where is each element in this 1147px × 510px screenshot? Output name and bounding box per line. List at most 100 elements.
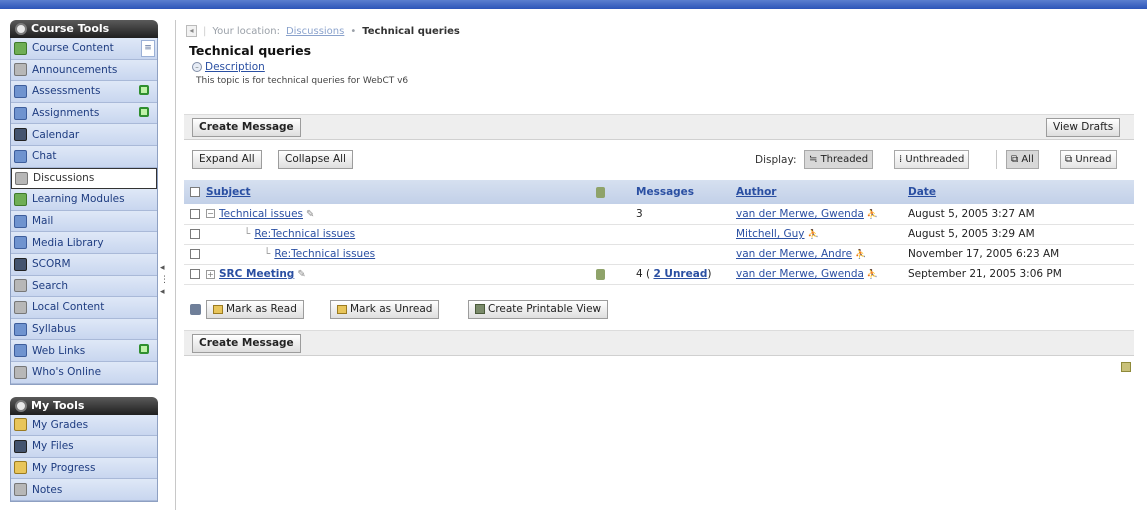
sidebar-item-notes[interactable]: Notes [11,479,157,501]
person-icon: ⛹ [807,230,819,240]
back-arrow-icon[interactable]: ◂ [186,25,197,37]
message-subject-link[interactable]: Re:Technical issues [274,248,375,260]
date-column-header[interactable]: Date [908,186,936,198]
author-link[interactable]: van der Merwe, Gwenda [736,268,864,280]
collapse-circle-icon [15,399,27,412]
sidebar-item-learning-modules[interactable]: Learning Modules [11,189,157,211]
breadcrumb-divider: | [203,25,207,37]
author-link[interactable]: Mitchell, Guy [736,228,805,240]
table-row: − Technical issues ✎ 3 van der Merwe, Gwen… [184,204,1134,224]
sidebar-item-label: Mail [32,215,54,228]
message-subject-link[interactable]: Re:Technical issues [254,228,355,240]
sidebar-item-label: My Files [32,440,74,453]
sidebar-item-my-grades[interactable]: My Grades [11,414,157,437]
description-toggle[interactable]: – Description [176,60,1137,74]
show-all-toggle[interactable]: ⧉ All [1006,150,1039,169]
subject-column-header[interactable]: Subject [206,186,251,198]
expand-thread-icon[interactable]: + [206,269,215,279]
row-checkbox[interactable] [190,269,200,279]
collapse-all-button[interactable]: Collapse All [278,150,353,169]
breadcrumb-link-discussions[interactable]: Discussions [286,26,344,37]
message-subject-link[interactable]: SRC Meeting [219,268,294,280]
author-link[interactable]: van der Merwe, Andre [736,248,852,260]
sidebar-item-local-content[interactable]: Local Content [11,297,157,319]
sidebar-item-assignments[interactable]: Assignments [11,102,157,125]
sidebar-item-whos-online[interactable]: Who's Online [11,361,157,384]
sidebar-item-label: Notes [32,483,63,496]
sidebar-item-label: My Progress [32,461,96,474]
envelope-open-icon [213,304,223,314]
sidebar-item-web-links[interactable]: Web Links [11,340,157,362]
description-link[interactable]: Description [205,61,265,73]
unthreaded-toggle[interactable]: ⁞ Unthreaded [894,150,970,169]
top-action-bar: Create Message View Drafts [184,114,1134,140]
select-all-checkbox[interactable] [190,187,200,197]
collapse-thread-icon[interactable]: − [206,209,215,219]
row-checkbox[interactable] [190,249,200,259]
create-printable-view-button[interactable]: Create Printable View [468,300,609,319]
view-drafts-button[interactable]: View Drafts [1046,118,1121,137]
row-checkbox[interactable] [190,208,200,219]
message-subject-link[interactable]: Technical issues [219,208,303,220]
files-icon [14,439,27,453]
sidebar-item-label: Learning Modules [32,193,125,206]
sidebar-item-announcements[interactable]: Announcements [11,59,157,82]
course-tools-header[interactable]: Course Tools [10,20,158,38]
mark-as-unread-label: Mark as Unread [350,303,433,315]
sidebar-item-assessments[interactable]: Assessments [11,81,157,103]
announcements-icon [14,63,27,77]
sidebar-item-scorm[interactable]: SCORM [11,253,157,276]
table-header-row: Subject Messages Author Date [184,180,1134,204]
topic-description: This topic is for technical queries for … [196,76,409,86]
message-date: November 17, 2005 6:23 AM [908,248,1060,260]
sidebar-item-my-progress[interactable]: My Progress [11,457,157,480]
sidebar-item-label: SCORM [32,258,71,271]
page-info-icon[interactable] [1121,362,1131,372]
breadcrumb-prefix: Your location: [212,25,280,37]
course-content-icon [14,41,27,55]
bottom-action-bar: Create Message [184,330,1134,356]
sidebar-item-chat[interactable]: Chat [11,145,157,168]
new-items-badge [139,344,149,355]
unread-count-link[interactable]: 2 Unread [653,268,707,280]
create-message-button[interactable]: Create Message [192,118,301,137]
sidebar-item-media-library[interactable]: Media Library [11,232,157,254]
threaded-toggle[interactable]: ≒ Threaded [804,150,874,169]
course-content-menu-button[interactable]: ≡ [141,40,155,57]
create-message-button-bottom[interactable]: Create Message [192,334,301,353]
sidebar-item-my-files[interactable]: My Files [11,436,157,458]
breadcrumb: ◂ | Your location: Discussions • Technic… [176,20,1137,42]
messages-table: Subject Messages Author Date − Technical … [184,180,1134,285]
threaded-label: Threaded [820,154,869,165]
row-checkbox[interactable] [190,229,200,239]
show-unread-toggle[interactable]: ⧉ Unread [1060,150,1117,169]
bulk-actions-icon [190,304,201,315]
author-column-header[interactable]: Author [736,186,777,198]
collapse-circle-icon [15,23,27,35]
sidebar-item-label: Who's Online [32,366,102,379]
sidebar-item-discussions[interactable]: Discussions [11,167,157,190]
course-tools-title: Course Tools [31,22,110,35]
sidebar-item-calendar[interactable]: Calendar [11,124,157,146]
attachment-column-icon [596,186,605,198]
whos-online-icon [14,365,27,379]
sidebar-item-label: Syllabus [32,323,76,336]
sidebar-item-course-content[interactable]: Course Content ≡ [11,38,157,60]
search-icon [14,279,27,293]
sidebar-item-label: Chat [32,150,57,163]
edit-pencil-icon: ✎ [306,208,315,220]
mark-as-read-button[interactable]: Mark as Read [206,300,304,319]
sidebar-item-syllabus[interactable]: Syllabus [11,318,157,341]
my-tools-header[interactable]: My Tools [10,396,158,415]
mark-as-unread-button[interactable]: Mark as Unread [330,300,440,319]
person-icon: ⛹ [855,250,867,260]
sidebar-item-mail[interactable]: Mail [11,210,157,233]
sidebar-collapse-handle[interactable]: ◂ ⋮ ◂ [160,262,169,314]
expand-all-button[interactable]: Expand All [192,150,262,169]
thread-branch-icon: └ [244,228,251,240]
media-library-icon [14,236,27,250]
sidebar-item-search[interactable]: Search [11,275,157,298]
chat-icon [14,149,27,163]
assignments-icon [14,106,27,120]
author-link[interactable]: van der Merwe, Gwenda [736,208,864,220]
